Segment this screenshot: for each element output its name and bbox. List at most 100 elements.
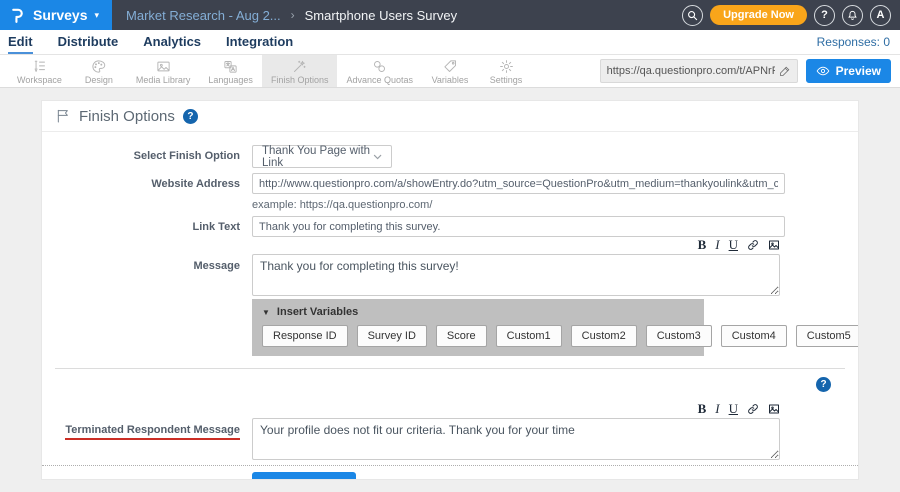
insert-image-button[interactable] <box>768 403 780 415</box>
insert-link-button[interactable] <box>747 239 759 251</box>
link-text-label: Link Text <box>42 216 252 237</box>
upgrade-now-button[interactable]: Upgrade Now <box>710 5 807 25</box>
ribbon-item-languages[interactable]: Languages <box>199 55 262 87</box>
terminated-help-button[interactable]: ? <box>816 377 831 392</box>
spacer <box>42 238 252 254</box>
ribbon-item-finish-options[interactable]: Finish Options <box>262 55 338 87</box>
variable-response-id-button[interactable]: Response ID <box>262 325 348 347</box>
tab-edit[interactable]: Edit <box>8 30 33 54</box>
variable-custom2-button[interactable]: Custom2 <box>571 325 637 347</box>
questionpro-logo-icon <box>9 7 26 24</box>
variable-buttons: Response ID Survey ID Score Custom1 Cust… <box>262 325 694 347</box>
card-header: Finish Options ? <box>42 101 858 132</box>
notifications-button[interactable] <box>842 5 863 26</box>
website-address-label: Website Address <box>42 173 252 216</box>
finish-option-selected-value: Thank You Page with Link <box>262 145 373 169</box>
ribbon-item-workspace[interactable]: Workspace <box>8 55 71 87</box>
product-menu[interactable]: Surveys ▾ <box>0 0 112 30</box>
insert-image-button[interactable] <box>768 239 780 251</box>
bold-button[interactable]: B <box>698 403 707 415</box>
breadcrumb-folder[interactable]: Market Research - Aug 2... <box>126 8 281 23</box>
variable-survey-id-button[interactable]: Survey ID <box>357 325 427 347</box>
search-button[interactable] <box>682 5 703 26</box>
bold-button[interactable]: B <box>698 239 707 251</box>
message-textarea[interactable]: Thank you for completing this survey! <box>252 254 780 296</box>
app-root: Surveys ▾ Market Research - Aug 2... › S… <box>0 0 900 480</box>
finish-option-select[interactable]: Thank You Page with Link <box>252 145 392 168</box>
save-row: Save Changes <box>42 466 858 480</box>
website-address-input[interactable] <box>252 173 785 194</box>
magic-wand-icon <box>292 59 307 74</box>
insert-variables-toggle[interactable]: ▼ Insert Variables <box>262 306 694 318</box>
insert-link-button[interactable] <box>747 403 759 415</box>
terminated-message-textarea[interactable]: Your profile does not fit our criteria. … <box>252 418 780 460</box>
website-address-field-group: example: https://qa.questionpro.com/ <box>252 173 785 216</box>
edit-url-button[interactable] <box>775 65 791 77</box>
edit-ribbon: Workspace Design Media Library Languages <box>0 55 900 88</box>
variable-custom5-button[interactable]: Custom5 <box>796 325 859 347</box>
spacer <box>42 296 252 356</box>
preview-button[interactable]: Preview <box>806 59 891 83</box>
insert-variables-title: Insert Variables <box>277 306 358 318</box>
italic-button[interactable]: I <box>715 239 719 251</box>
caret-down-icon: ▼ <box>262 308 270 317</box>
image-icon <box>156 59 171 74</box>
variable-custom3-button[interactable]: Custom3 <box>646 325 712 347</box>
variable-custom4-button[interactable]: Custom4 <box>721 325 787 347</box>
breadcrumb-separator-icon: › <box>291 8 295 22</box>
italic-button[interactable]: I <box>715 403 719 415</box>
avatar[interactable]: A <box>870 5 891 26</box>
link-icon <box>747 239 759 251</box>
survey-nav-tabs: Edit Distribute Analytics Integration Re… <box>0 30 900 55</box>
workspace-icon <box>32 59 47 74</box>
variable-score-button[interactable]: Score <box>436 325 487 347</box>
ribbon-label: Workspace <box>17 75 62 85</box>
bell-icon <box>847 10 858 21</box>
spacer <box>42 402 252 418</box>
variable-custom1-button[interactable]: Custom1 <box>496 325 562 347</box>
tab-analytics[interactable]: Analytics <box>143 30 201 54</box>
save-changes-button[interactable]: Save Changes <box>252 472 356 480</box>
pencil-icon <box>779 65 791 77</box>
ribbon-item-advance-quotas[interactable]: Advance Quotas <box>337 55 422 87</box>
ribbon-item-settings[interactable]: Settings <box>478 55 534 87</box>
header-actions: Upgrade Now ? A <box>682 5 900 26</box>
terminated-editor-toolbar: B I U <box>252 402 780 416</box>
survey-url-box <box>600 59 798 83</box>
gear-icon <box>499 59 514 74</box>
image-icon <box>768 239 780 251</box>
select-finish-option-label: Select Finish Option <box>42 145 252 168</box>
tab-distribute[interactable]: Distribute <box>58 30 119 54</box>
ribbon-label: Variables <box>432 75 469 85</box>
underline-button[interactable]: U <box>729 239 738 251</box>
image-icon <box>768 403 780 415</box>
survey-url-input[interactable] <box>607 65 775 77</box>
page-title: Finish Options <box>79 108 175 125</box>
link-text-input[interactable] <box>252 216 785 237</box>
product-name: Surveys <box>33 7 87 23</box>
chevron-down-icon <box>373 153 382 161</box>
message-label: Message <box>42 254 252 296</box>
ribbon-label: Languages <box>208 75 253 85</box>
tab-integration[interactable]: Integration <box>226 30 293 54</box>
help-button[interactable]: ? <box>814 5 835 26</box>
chevron-down-icon: ▾ <box>94 10 99 21</box>
underline-button[interactable]: U <box>729 403 738 415</box>
breadcrumb: Market Research - Aug 2... › Smartphone … <box>126 8 457 23</box>
website-example-text: example: https://qa.questionpro.com/ <box>252 199 785 211</box>
chain-links-icon <box>372 59 387 74</box>
ribbon-label: Media Library <box>136 75 191 85</box>
insert-variables-panel: ▼ Insert Variables Response ID Survey ID… <box>252 299 704 356</box>
breadcrumb-survey-name: Smartphone Users Survey <box>305 8 457 23</box>
preview-label: Preview <box>836 64 881 78</box>
ribbon-item-variables[interactable]: Variables <box>422 55 478 87</box>
search-icon <box>687 10 698 21</box>
ribbon-item-design[interactable]: Design <box>71 55 127 87</box>
flag-icon <box>55 108 71 124</box>
message-editor-toolbar: B I U <box>252 238 780 252</box>
tag-icon <box>443 59 458 74</box>
terminated-help-row: ? <box>42 369 858 392</box>
finish-options-help-button[interactable]: ? <box>183 109 198 124</box>
ribbon-item-media-library[interactable]: Media Library <box>127 55 200 87</box>
ribbon-right-actions: Preview <box>600 55 900 87</box>
